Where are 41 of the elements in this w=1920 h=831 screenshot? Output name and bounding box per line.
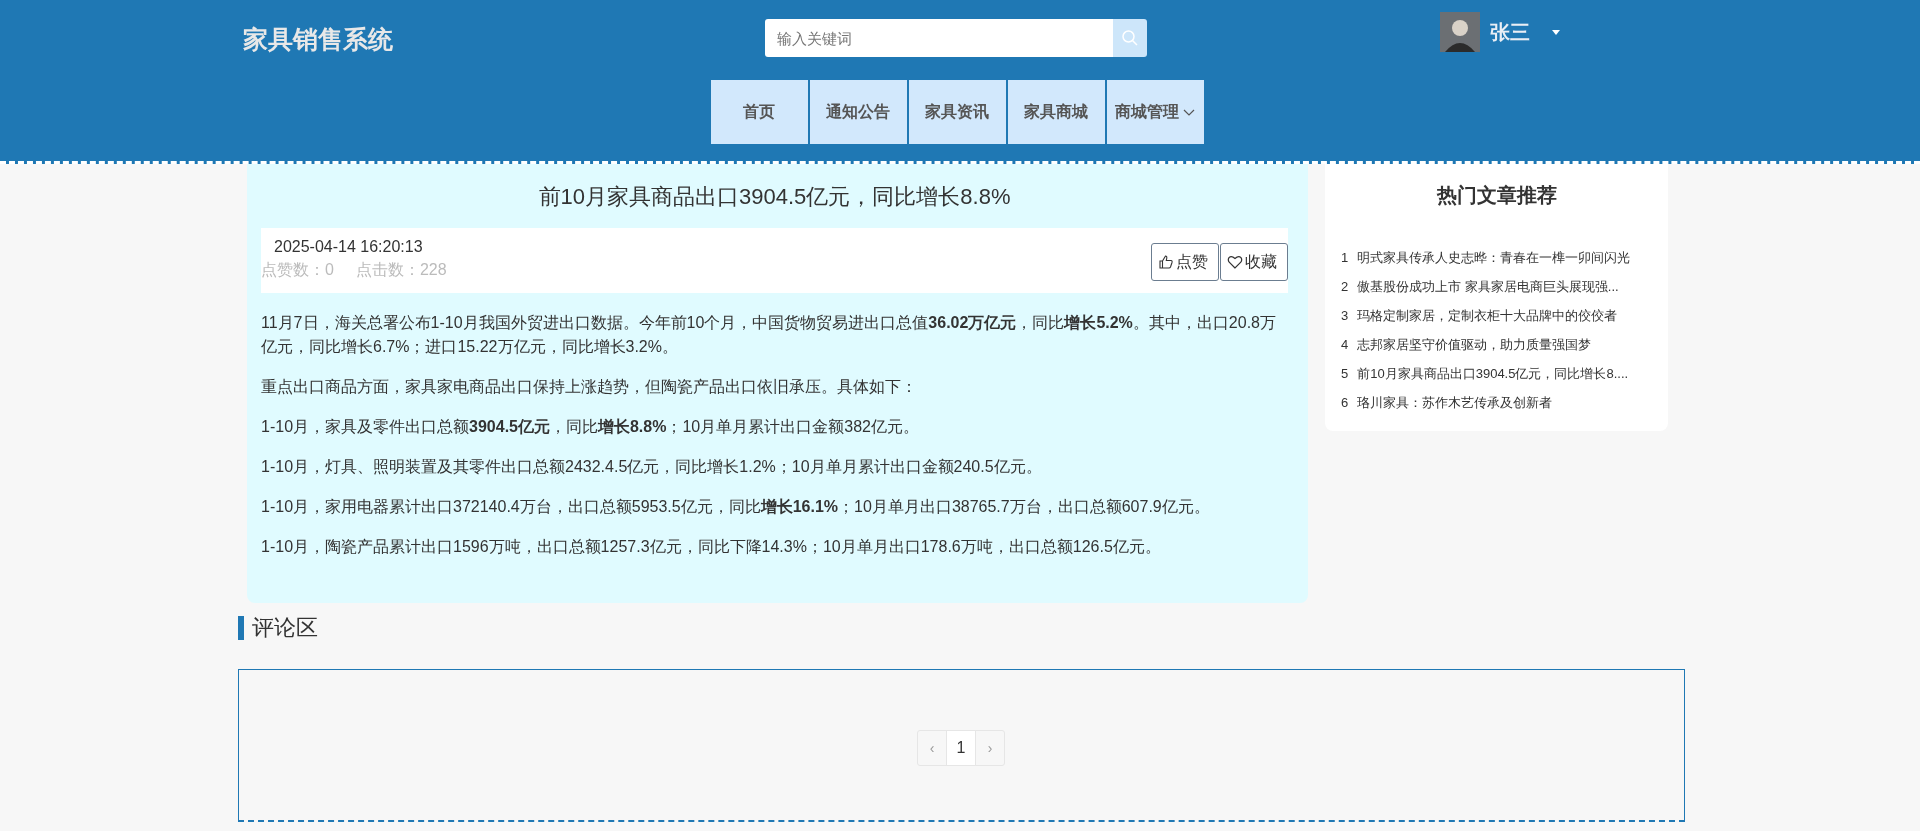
site-title: 家具销售系统	[242, 23, 394, 55]
rank-number: 5	[1341, 365, 1349, 383]
heart-icon	[1227, 254, 1243, 270]
article-link[interactable]: 明式家具传承人史志晔：青春在一榫一卯间闪光	[1357, 243, 1631, 272]
caret-icon[interactable]	[1552, 29, 1560, 35]
thumbs-up-icon	[1158, 254, 1174, 270]
article-paragraph: 1-10月，家用电器累计出口372140.4万台，出口总额5953.5亿元，同比增长16.1%；10月单月出口38765.7万台，出口总额607.9亿元。	[261, 497, 1211, 517]
rank-number: 6	[1341, 394, 1349, 412]
article-paragraph: 1-10月，陶瓷产品累计出口1596万吨，出口总额1257.3亿元，同比下降14.3%；10月单月出口178.6万吨，出口总额126.5亿元。	[261, 537, 1162, 557]
nav-item[interactable]: 首页	[710, 80, 808, 144]
article-title: 前10月家具商品出口3904.5亿元，同比增长8.8%	[537, 183, 1012, 211]
rank-number: 2	[1341, 278, 1349, 296]
rank-number: 3	[1341, 307, 1349, 325]
article-paragraph: 11月7日，海关总署公布1-10月我国外贸进出口数据。今年前10个月，中国货物贸易进出口总值36.02万亿元，同比增长5.2%。其中，出口20.8万亿元，同比增长6.7%；进口15.22万亿元，同比增长3.2%。	[261, 313, 1277, 357]
article-link[interactable]: 志邦家居坚守价值驱动，助力质量强国梦	[1357, 330, 1592, 359]
chevron-icon	[1183, 108, 1195, 116]
article-link[interactable]: 傲基股份成功上市 家具家居电商巨头展现强...	[1357, 272, 1619, 301]
like-button[interactable]: 点赞	[1151, 243, 1219, 281]
publish-date: 2025-04-14 16:20:13	[273, 238, 424, 256]
avatar-icon[interactable]	[1440, 12, 1480, 52]
section-title: 评论区	[252, 614, 318, 642]
like-count: 点赞数：0	[261, 260, 334, 280]
nav-item[interactable]: 家具商城	[1007, 80, 1105, 144]
article-link[interactable]: 珞川家具：苏作木艺传承及创新者	[1357, 388, 1553, 417]
nav-item[interactable]: 商城管理	[1106, 80, 1204, 144]
article-paragraph: 重点出口商品方面，家具家电商品出口保持上涨趋势，但陶瓷产品出口依旧承压。具体如下：	[261, 377, 918, 397]
favorite-button[interactable]: 收藏	[1220, 243, 1288, 281]
nav-item[interactable]: 家具资讯	[908, 80, 1006, 144]
nav-item[interactable]: 通知公告	[809, 80, 907, 144]
section-marker	[238, 616, 244, 640]
rank-number: 1	[1341, 249, 1349, 267]
user-name[interactable]: 张三	[1490, 18, 1530, 46]
rank-number: 4	[1341, 336, 1349, 354]
article-paragraph: 1-10月，灯具、照明装置及其零件出口总额2432.4.5亿元，同比增长1.2%；10月单月累计出口金额240.5亿元。	[261, 457, 1043, 477]
click-count: 点击数：228	[355, 260, 447, 280]
article-paragraph: 1-10月，家具及零件出口总额3904.5亿元，同比增长8.8%；10月单月累计出口金额382亿元。	[261, 417, 920, 437]
article-link[interactable]: 玛格定制家居，定制衣柜十大品牌中的佼佼者	[1357, 301, 1618, 330]
page-button[interactable]: 1	[946, 730, 976, 766]
search-field[interactable]: 输入关键词	[765, 19, 1113, 57]
panel-title: 热门文章推荐	[1435, 183, 1558, 208]
article-link[interactable]: 前10月家具商品出口3904.5亿元，同比增长8....	[1357, 359, 1629, 388]
